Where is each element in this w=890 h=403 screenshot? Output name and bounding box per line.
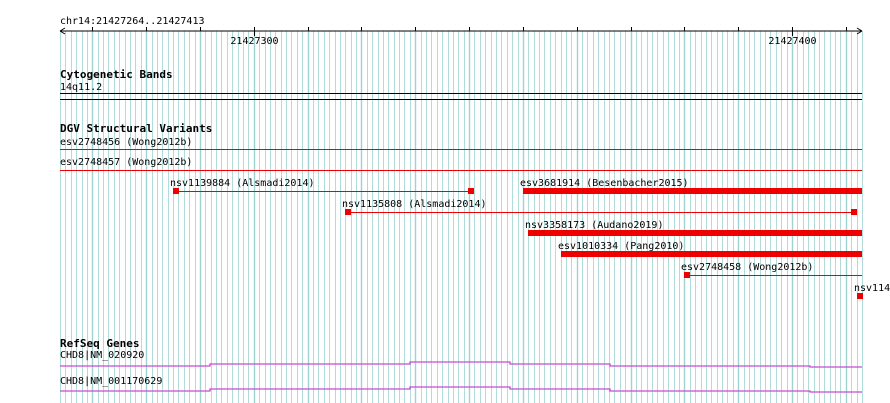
dgv-variant-label: nsv1147687 <box>854 283 890 294</box>
dgv-variant-label: esv2748456 (Wong2012b) <box>60 137 192 148</box>
dgv-variant[interactable]: nsv3358173 (Audano2019) <box>525 220 862 236</box>
dgv-variant-label: esv2748457 (Wong2012b) <box>60 157 192 168</box>
dgv-variant-start-block <box>684 272 690 278</box>
dgv-variant-label: nsv1139884 (Alsmadi2014) <box>170 178 315 189</box>
gene-model[interactable] <box>60 361 862 368</box>
refseq-track-title: RefSeq Genes <box>60 337 139 350</box>
dgv-variant-label: nsv1135808 (Alsmadi2014) <box>342 199 487 210</box>
dgv-variant[interactable]: esv1010334 (Pang2010) <box>558 241 862 257</box>
ruler-tick-label: 21427400 <box>768 36 816 47</box>
dgv-variant[interactable]: esv3681914 (Besenbacher2015) <box>520 178 862 194</box>
gene-label: CHD8|NM_020920 <box>60 350 144 361</box>
dgv-variant-start-block <box>857 293 863 299</box>
dgv-variant-label: esv3681914 (Besenbacher2015) <box>520 178 689 189</box>
gene-label: CHD8|NM_001170629 <box>60 376 162 387</box>
coordinate-ruler[interactable]: 21427300 21427400 <box>59 27 863 47</box>
cytoband-track-title: Cytogenetic Bands <box>60 68 173 81</box>
dgv-variant-start-block <box>345 209 351 215</box>
position-grid <box>60 31 863 403</box>
dgv-variant-line <box>684 275 862 276</box>
dgv-variant[interactable]: nsv1135808 (Alsmadi2014) <box>342 199 857 215</box>
dgv-variant-full-span[interactable] <box>60 170 862 171</box>
dgv-variant-label: nsv3358173 (Audano2019) <box>525 220 663 231</box>
dgv-variant-end-block <box>468 188 474 194</box>
cytoband-line-top <box>60 93 862 94</box>
dgv-variant-line <box>173 191 474 192</box>
cytoband-line-bottom <box>60 99 862 100</box>
dgv-variant-bar <box>523 188 862 194</box>
dgv-variant-start-block <box>173 188 179 194</box>
dgv-variant-label: esv1010334 (Pang2010) <box>558 241 684 252</box>
dgv-feature-rows: nsv1139884 (Alsmadi2014) esv3681914 (Bese… <box>170 178 890 299</box>
gene-model[interactable] <box>60 386 862 393</box>
ruler-tick-label: 21427300 <box>230 36 278 47</box>
dgv-variant[interactable]: nsv1139884 (Alsmadi2014) <box>170 178 474 194</box>
region-label: chr14:21427264..21427413 <box>60 16 205 27</box>
dgv-variant-line <box>345 212 857 213</box>
dgv-variant-bar <box>561 251 862 257</box>
cytoband-label: 14q11.2 <box>60 82 102 93</box>
genome-browser-panel[interactable]: chr14:21427264..21427413 21427300 2142740… <box>0 0 890 403</box>
dgv-variant-bar <box>528 230 862 236</box>
dgv-variant-end-block <box>851 209 857 215</box>
dgv-variant-full-span[interactable] <box>60 149 862 150</box>
dgv-variant-label: esv2748458 (Wong2012b) <box>681 262 813 273</box>
dgv-variant[interactable]: nsv1147687 <box>854 283 890 299</box>
dgv-variant[interactable]: esv2748458 (Wong2012b) <box>681 262 862 278</box>
dgv-track-title: DGV Structural Variants <box>60 122 212 135</box>
